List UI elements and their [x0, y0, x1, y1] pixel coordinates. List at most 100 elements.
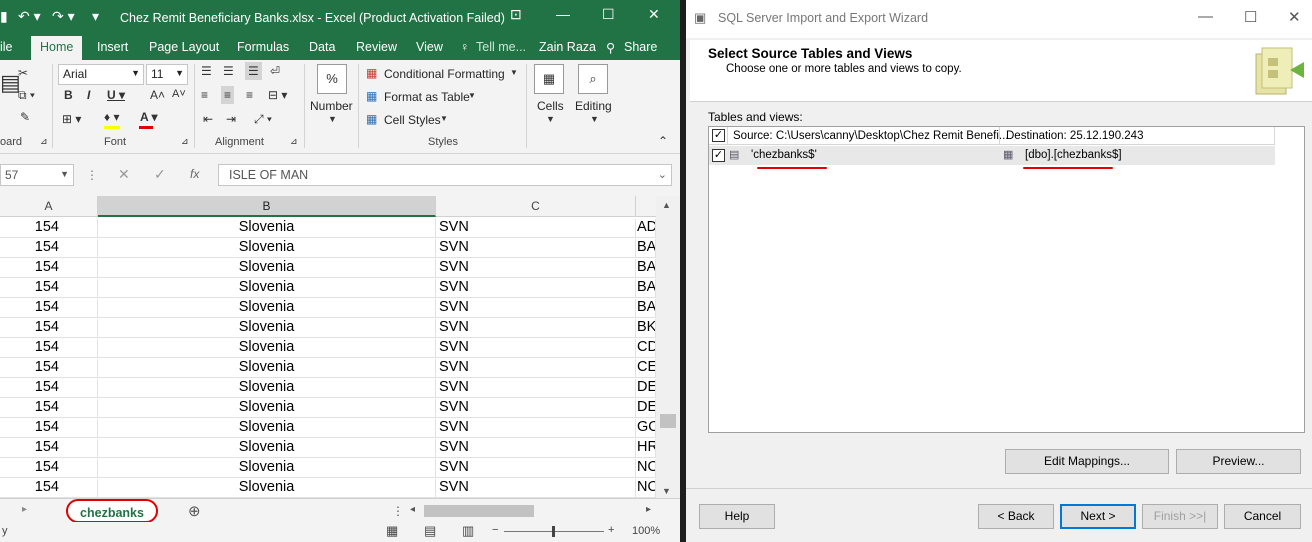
tab-home[interactable]: Home — [31, 36, 83, 60]
align-right-icon[interactable]: ≡ — [246, 88, 253, 102]
cell-a[interactable]: 154 — [0, 419, 98, 438]
normal-view-icon[interactable]: ▦ — [386, 523, 398, 539]
cell-d[interactable]: BK — [636, 319, 656, 338]
cell-a[interactable]: 154 — [0, 339, 98, 358]
table-row[interactable]: 154 Slovenia SVN BA — [0, 298, 656, 318]
user-name[interactable]: Zain Raza — [539, 40, 596, 54]
cells-button[interactable]: Cells — [537, 99, 564, 113]
next-button[interactable]: Next > — [1060, 504, 1136, 529]
column-header-c[interactable]: C — [436, 196, 636, 217]
fill-color-icon[interactable]: ♦ ▾ — [104, 110, 119, 124]
conditional-formatting-button[interactable]: Conditional Formatting — [384, 67, 505, 81]
dialog-launcher-icon[interactable]: ⊿ — [181, 136, 189, 147]
cell-b[interactable]: Slovenia — [98, 239, 436, 258]
editing-button[interactable]: Editing — [575, 99, 612, 113]
cell-a[interactable]: 154 — [0, 359, 98, 378]
worksheet-grid[interactable]: A B C 154 Slovenia SVN AD 154 Slovenia SVN BA 15… — [0, 196, 680, 498]
copy-icon[interactable]: ⧉ ▾ — [18, 88, 35, 103]
tab-page-layout[interactable]: Page Layout — [149, 40, 219, 54]
table-row[interactable]: 154SloveniaSVNNO — [0, 458, 656, 478]
close-icon[interactable]: ✕ — [648, 6, 660, 23]
table-row[interactable]: 154 Slovenia SVN BK — [0, 318, 656, 338]
tab-insert[interactable]: Insert — [97, 40, 128, 54]
save-icon[interactable]: ▮ — [0, 8, 8, 25]
cell-c[interactable]: SVN — [436, 379, 636, 398]
cell-d[interactable]: BA — [636, 239, 656, 258]
zoom-in-icon[interactable]: + — [608, 524, 614, 536]
destination-column-header[interactable]: Destination: 25.12.190.243 — [1006, 130, 1143, 142]
cell-b[interactable]: Slovenia — [98, 399, 436, 418]
cell-c[interactable]: SVN — [436, 479, 636, 498]
scroll-down-icon[interactable]: ▼ — [662, 486, 671, 496]
zoom-level[interactable]: 100% — [632, 525, 660, 537]
tab-data[interactable]: Data — [309, 40, 335, 54]
cell-a[interactable]: 154 — [0, 239, 98, 258]
table-row[interactable]: 154 Slovenia SVN BA — [0, 238, 656, 258]
cell-b[interactable]: Slovenia — [98, 299, 436, 318]
chevron-down-icon[interactable]: ⌄ — [658, 168, 667, 181]
underline-icon[interactable]: U ▾ — [107, 88, 125, 102]
column-header-a[interactable]: A — [0, 196, 98, 217]
cell-c[interactable]: SVN — [436, 419, 636, 438]
cell-b[interactable]: Slovenia — [98, 479, 436, 498]
collapse-ribbon-icon[interactable]: ⌃ — [658, 134, 668, 148]
maximize-icon[interactable]: ☐ — [1244, 8, 1257, 26]
redo-icon[interactable]: ↷ ▾ — [52, 8, 75, 25]
table-row[interactable]: 154 Slovenia SVN DE — [0, 378, 656, 398]
ribbon-display-icon[interactable]: ⊡ — [510, 6, 522, 23]
table-row[interactable]: 154 Slovenia SVN HR — [0, 438, 656, 458]
scroll-up-icon[interactable]: ▲ — [662, 200, 671, 210]
align-top-icon[interactable]: ☰ — [201, 64, 212, 78]
cell-d[interactable]: GO — [636, 419, 656, 438]
confirm-entry-icon[interactable]: ✓ — [154, 166, 166, 183]
table-row[interactable]: 154SloveniaSVNGO — [0, 418, 656, 438]
destination-table-name[interactable]: [dbo].[chezbanks$] — [1025, 149, 1122, 161]
page-break-view-icon[interactable]: ▥ — [462, 523, 474, 539]
hscroll-right-icon[interactable]: ▸ — [646, 504, 651, 515]
row-checkbox[interactable]: ✓ — [712, 149, 725, 162]
cell-b[interactable]: Slovenia — [98, 439, 436, 458]
cell-b[interactable]: Slovenia — [98, 219, 436, 238]
preview-button[interactable]: Preview... — [1176, 449, 1301, 474]
hscroll-left-icon[interactable]: ◂ — [410, 504, 415, 515]
cell-c[interactable]: SVN — [436, 299, 636, 318]
cell-d[interactable]: AD — [636, 219, 656, 238]
font-size-select[interactable]: 11 ▼ — [146, 64, 188, 85]
cell-d[interactable]: BA — [636, 299, 656, 318]
font-color-icon[interactable]: A ▾ — [140, 110, 158, 124]
cell-c[interactable]: SVN — [436, 319, 636, 338]
cell-styles-button[interactable]: Cell Styles — [384, 113, 441, 127]
cell-d[interactable]: BA — [636, 279, 656, 298]
tab-view[interactable]: View — [416, 40, 443, 54]
source-column-header[interactable]: Source: C:\Users\canny\Desktop\Chez Remi… — [733, 130, 1008, 142]
cell-b[interactable]: Slovenia — [98, 319, 436, 338]
minimize-icon[interactable]: — — [1198, 8, 1213, 25]
borders-icon[interactable]: ⊞ ▾ — [62, 112, 81, 126]
maximize-icon[interactable]: ☐ — [602, 6, 615, 23]
dialog-launcher-icon[interactable]: ⊿ — [40, 136, 48, 147]
sheet-tab-chezbanks[interactable]: chezbanks — [66, 499, 158, 523]
cell-b[interactable]: Slovenia — [98, 419, 436, 438]
cell-d[interactable]: CD — [636, 339, 656, 358]
cell-b[interactable]: Slovenia — [98, 379, 436, 398]
decrease-font-icon[interactable]: A˅ — [172, 88, 186, 100]
cell-c[interactable]: SVN — [436, 439, 636, 458]
cell-a[interactable]: 154 — [0, 279, 98, 298]
formula-input[interactable]: ISLE OF MAN ⌄ — [218, 164, 672, 186]
table-row[interactable]: ✓ ▤ 'chezbanks$' ▦ [dbo].[chezbanks$] — [709, 146, 1275, 165]
zoom-out-icon[interactable]: − — [492, 524, 498, 536]
cell-d[interactable]: HR — [636, 439, 656, 458]
cell-c[interactable]: SVN — [436, 259, 636, 278]
cell-a[interactable]: 154 — [0, 319, 98, 338]
tab-file[interactable]: ile — [0, 40, 13, 54]
cell-b[interactable]: Slovenia — [98, 259, 436, 278]
cell-b[interactable]: Slovenia — [98, 459, 436, 478]
column-header-b[interactable]: B — [98, 196, 436, 217]
share-button[interactable]: Share — [624, 40, 657, 54]
insert-function-icon[interactable]: fx — [190, 167, 199, 181]
align-bottom-icon[interactable]: ☰ — [245, 62, 262, 80]
cell-d[interactable]: NO — [636, 479, 656, 498]
zoom-slider-thumb[interactable] — [552, 526, 555, 537]
table-row[interactable]: 154 Slovenia SVN DE — [0, 398, 656, 418]
cell-c[interactable]: SVN — [436, 219, 636, 238]
